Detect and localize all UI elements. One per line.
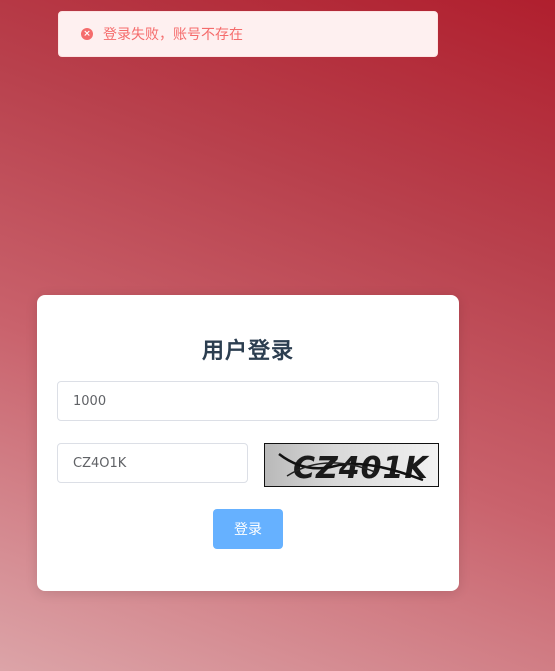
captcha-image[interactable]: CZ401K	[264, 443, 439, 487]
page-title: 用户登录	[201, 339, 294, 364]
login-button[interactable]: 登录	[213, 509, 283, 549]
captcha-input[interactable]	[57, 443, 248, 483]
error-toast: × 登录失败，账号不存在	[58, 11, 438, 57]
account-input[interactable]	[57, 381, 439, 421]
captcha-graphic: CZ401K	[278, 451, 429, 486]
login-card: 用户登录 CZ401K 登录	[37, 295, 459, 591]
error-circle-icon: ×	[81, 28, 93, 40]
toast-message: 登录失败，账号不存在	[103, 27, 243, 43]
